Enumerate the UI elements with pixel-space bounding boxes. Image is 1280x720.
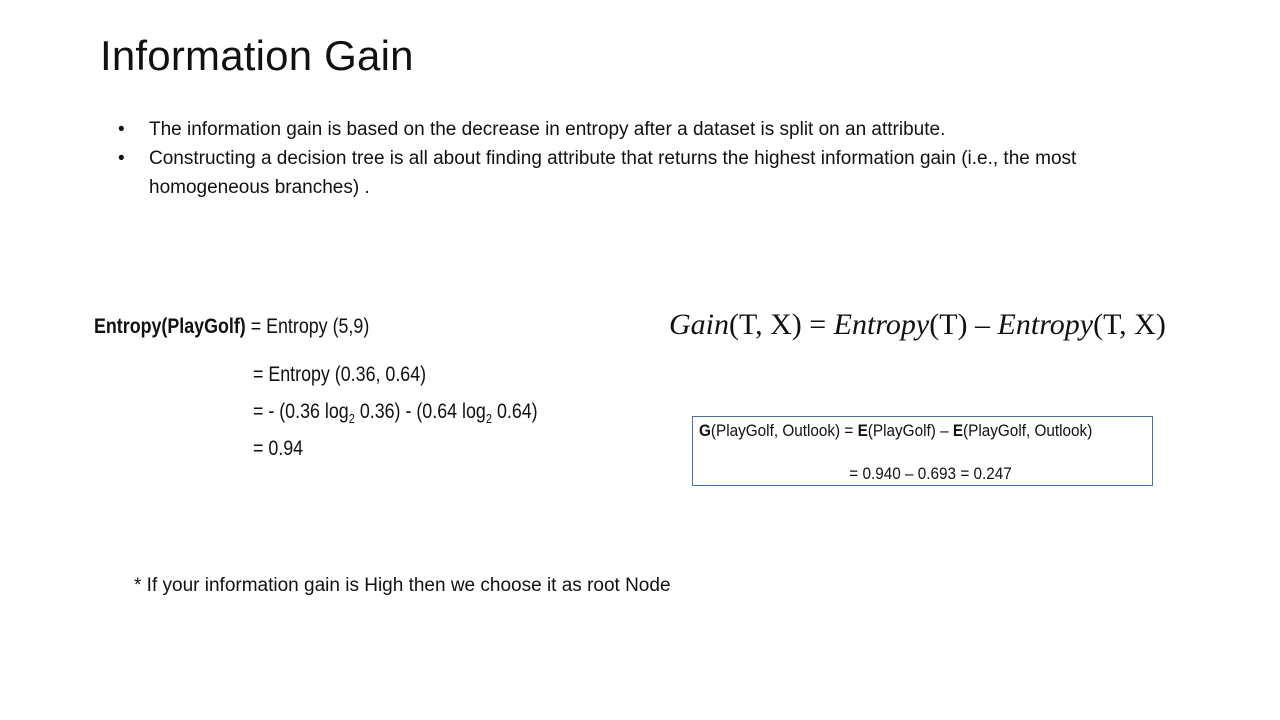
slide-title: Information Gain [100,32,414,79]
e-args: (PlayGolf, Outlook) [963,421,1093,440]
entropy-term: = - (0.36 log [252,400,349,423]
gain-example-line-1: G(PlayGolf, Outlook) = E(PlayGolf) – E(P… [699,421,1092,441]
minus-sign: – [967,308,998,341]
e-args: (PlayGolf) – [867,421,953,440]
entropy-term: 0.36) - (0.64 log [354,400,486,423]
entropy-symbol: Entropy [833,308,930,341]
e-symbol: E [952,421,964,440]
bullet-text: Constructing a decision tree is all abou… [149,148,1077,198]
e-symbol: E [857,421,868,440]
gain-example-box: G(PlayGolf, Outlook) = E(PlayGolf) – E(P… [692,416,1153,486]
gain-example-result: = 0.940 – 0.693 = 0.247 [849,464,1012,483]
entropy-lhs: Entropy(PlayGolf) [94,315,246,338]
bullet-list: • The information gain is based on the d… [118,115,1178,202]
entropy-rhs-value: = Entropy (5,9) [250,315,370,338]
bullet-item: • Constructing a decision tree is all ab… [118,144,1178,202]
entropy-args: (T) [929,308,968,341]
gain-args: (T, X) [729,308,802,341]
g-symbol: G [699,421,711,440]
entropy-line-3: = - (0.36 log2 0.36) - (0.64 log2 0.64) [253,400,538,426]
bullet-item: • The information gain is based on the d… [118,115,1178,144]
footnote: * If your information gain is High then … [134,575,671,596]
g-args: (PlayGolf, Outlook) = [710,421,858,440]
entropy-term: 0.64) [491,400,538,423]
equals-sign: = [801,308,834,341]
gain-symbol: Gain [669,308,729,341]
entropy-line-2: = Entropy (0.36, 0.64) [252,363,427,386]
entropy-line-1: Entropy(PlayGolf) = Entropy (5,9) [94,315,369,339]
entropy-symbol: Entropy [997,308,1094,341]
bullet-icon: • [118,148,125,169]
bullet-text: The information gain is based on the dec… [149,119,946,140]
entropy-line-4: = 0.94 [252,437,304,460]
gain-formula: Gain(T, X) = Entropy(T) – Entropy(T, X) [669,308,1166,342]
bullet-icon: • [118,119,125,140]
entropy-args: (T, X) [1093,308,1166,341]
